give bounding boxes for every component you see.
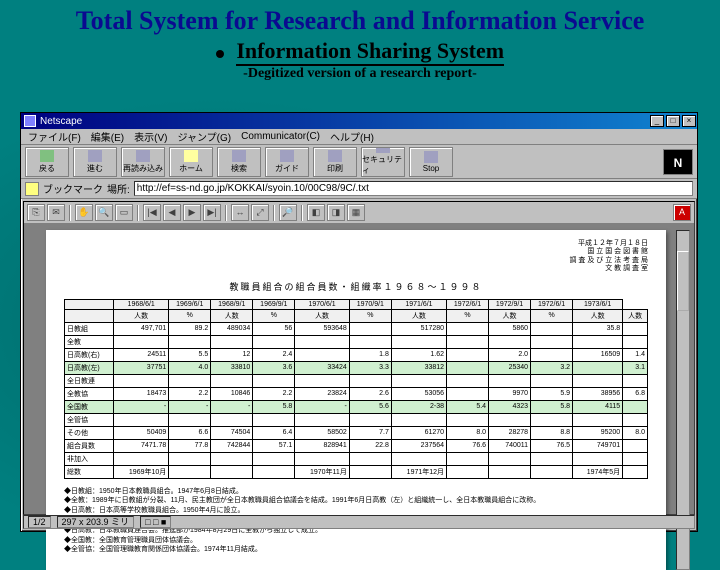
home-icon (184, 150, 198, 162)
pdf-toolbar: ⎘ ✉ ✋ 🔍 ▭ |◀ ◀ ▶ ▶| ↔ ⤢ 🔎 ◧ ◨ ▦ A (24, 202, 694, 224)
pdf-tool-button[interactable]: ✉ (47, 204, 65, 221)
menu-help[interactable]: ヘルプ(H) (327, 129, 377, 144)
minimize-button[interactable]: _ (650, 115, 664, 127)
netscape-logo-icon: N (663, 149, 693, 175)
security-button[interactable]: セキュリティ (361, 147, 405, 177)
pdf-last-button[interactable]: ▶| (203, 204, 221, 221)
browser-window: Netscape _ □ × ファイル(F) 編集(E) 表示(V) ジャンプ(… (20, 112, 698, 532)
forward-label: 進む (87, 163, 103, 174)
note-item: ◆全管協：全国管理職教育関係団体協議会。1974年11月結成。 (64, 545, 648, 555)
search-label: 検索 (231, 163, 247, 174)
status-bar: 1/2 297 x 203.9 ミリ □ □ ■ (23, 515, 695, 529)
document-area: ⎘ ✉ ✋ 🔍 ▭ |◀ ◀ ▶ ▶| ↔ ⤢ 🔎 ◧ ◨ ▦ A 平成１２年７… (23, 201, 695, 515)
pdf-select-button[interactable]: ▭ (115, 204, 133, 221)
table-row: 全教協184732.2108462.2238242.65305699705.93… (65, 387, 648, 400)
address-label: 場所: (107, 181, 130, 196)
window-titlebar: Netscape _ □ × (21, 113, 697, 129)
pdf-adobe-icon: A (673, 204, 691, 221)
pdf-tool-button[interactable]: ▦ (347, 204, 365, 221)
pdf-find-button[interactable]: 🔎 (279, 204, 297, 221)
bullet-icon (216, 50, 224, 58)
table-row: 組合員数7471.7877.874284457.182894122.823756… (65, 439, 648, 452)
table-row: 総数1969年10月1970年11月1971年12月1974年5月 (65, 465, 648, 478)
scrollbar-thumb[interactable] (677, 251, 689, 311)
menu-edit[interactable]: 編集(E) (88, 129, 127, 144)
report-org2: 調 査 及 び 立 法 考 査 局 (64, 257, 648, 265)
report-meta: 平成１２年７月１８日 国 立 国 会 図 書 館 調 査 及 び 立 法 考 査… (64, 240, 648, 274)
report-title: 教職員組合の組合員数・組織率１９６８～１９９８ (64, 280, 648, 293)
print-icon (328, 150, 342, 162)
pdf-prev-button[interactable]: ◀ (163, 204, 181, 221)
table-row: 全国教---5.8-5.62-385.443235.84115 (65, 400, 648, 413)
status-page: 1/2 (28, 516, 51, 528)
menu-bar: ファイル(F) 編集(E) 表示(V) ジャンプ(G) Communicator… (21, 129, 697, 145)
home-button[interactable]: ホーム (169, 147, 213, 177)
bookmark-icon[interactable] (25, 182, 39, 196)
browser-toolbar: 戻る 進む 再読み込み ホーム 検索 ガイド 印刷 セキュリティ Stop N (21, 145, 697, 179)
back-icon (40, 150, 54, 162)
note-item: ◆日教組：1950年日本教職員組合。1947年6月8日結成。 (64, 487, 648, 497)
pdf-hand-button[interactable]: ✋ (75, 204, 93, 221)
bookmark-label: ブックマーク (43, 181, 103, 196)
address-input[interactable] (134, 181, 693, 196)
back-button[interactable]: 戻る (25, 147, 69, 177)
status-size: 297 x 203.9 ミリ (57, 516, 135, 528)
forward-button[interactable]: 進む (73, 147, 117, 177)
slide-subtitle: Information Sharing System (236, 38, 504, 66)
pdf-first-button[interactable]: |◀ (143, 204, 161, 221)
stop-icon (424, 151, 438, 163)
back-label: 戻る (39, 163, 55, 174)
menu-go[interactable]: ジャンプ(G) (174, 129, 234, 144)
reload-label: 再読み込み (123, 163, 163, 174)
pdf-zoom-button[interactable]: 🔍 (95, 204, 113, 221)
stop-button[interactable]: Stop (409, 147, 453, 177)
menu-file[interactable]: ファイル(F) (25, 129, 84, 144)
pdf-next-button[interactable]: ▶ (183, 204, 201, 221)
report-org3: 文 教 調 査 室 (64, 265, 648, 273)
table-row: 非加入 (65, 452, 648, 465)
home-label: ホーム (179, 163, 203, 174)
note-item: ◆全国教：全国教育管理職員団体協議会。 (64, 536, 648, 546)
pdf-fitpage-button[interactable]: ⤢ (251, 204, 269, 221)
slide-description: -Degitized version of a research report- (0, 66, 720, 82)
table-row: 日教組497,70189.248903456593648517280586035… (65, 322, 648, 335)
lock-icon (376, 148, 390, 153)
table-row: 日高教(右)245115.5122.41.81.622.0165091.4 (65, 348, 648, 361)
table-row: 全管協 (65, 413, 648, 426)
table-row: 全日教連 (65, 374, 648, 387)
pdf-tool-button[interactable]: ⎘ (27, 204, 45, 221)
guide-button[interactable]: ガイド (265, 147, 309, 177)
table-row: 日高教(左)377514.0338103.6334243.33381225340… (65, 361, 648, 374)
app-icon (24, 115, 36, 127)
pdf-tool-button[interactable]: ◧ (307, 204, 325, 221)
report-org1: 国 立 国 会 図 書 館 (64, 248, 648, 256)
reload-icon (136, 150, 150, 162)
address-bar: ブックマーク 場所: (21, 179, 697, 199)
note-item: ◆全教：1989年に日教組が分裂、11月、民主教団が全日本教職員組合協議会を結成… (64, 496, 648, 506)
search-icon (232, 150, 246, 162)
print-label: 印刷 (327, 163, 343, 174)
report-date: 平成１２年７月１８日 (64, 240, 648, 248)
print-button[interactable]: 印刷 (313, 147, 357, 177)
close-button[interactable]: × (682, 115, 696, 127)
stop-label: Stop (423, 164, 439, 173)
pdf-fitwidth-button[interactable]: ↔ (231, 204, 249, 221)
status-extra: □ □ ■ (140, 516, 171, 528)
search-button[interactable]: 検索 (217, 147, 261, 177)
table-row: その他504096.6745046.4585027.7612708.028278… (65, 426, 648, 439)
menu-communicator[interactable]: Communicator(C) (238, 131, 323, 142)
menu-view[interactable]: 表示(V) (131, 129, 170, 144)
reload-button[interactable]: 再読み込み (121, 147, 165, 177)
security-label: セキュリティ (362, 154, 404, 176)
guide-icon (280, 150, 294, 162)
forward-icon (88, 150, 102, 162)
table-row: 全教 (65, 335, 648, 348)
maximize-button[interactable]: □ (666, 115, 680, 127)
guide-label: ガイド (275, 163, 299, 174)
window-title: Netscape (40, 116, 82, 127)
slide-main-title: Total System for Research and Informatio… (0, 0, 720, 36)
report-table: 1968/6/11969/6/11968/9/11969/9/11970/6/1… (64, 299, 648, 479)
pdf-tool-button[interactable]: ◨ (327, 204, 345, 221)
